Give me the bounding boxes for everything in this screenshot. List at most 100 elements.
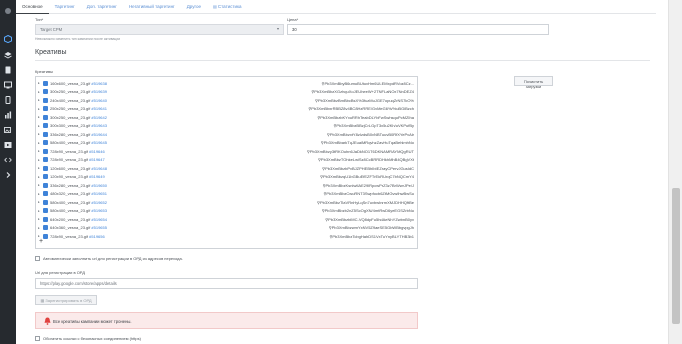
creative-checkbox[interactable] — [43, 165, 48, 171]
expand-arrow-icon[interactable]: ▸ — [38, 192, 40, 196]
creative-id-link[interactable]: #519642 — [91, 115, 107, 120]
creative-checkbox[interactable] — [43, 123, 48, 129]
creative-id-link[interactable]: #519655 — [91, 225, 107, 230]
creative-row[interactable]: ▸ 336x280_vesna_23.gif #519644 ⚲Pb3XmBbzxt… — [36, 130, 417, 139]
expand-arrow-icon[interactable]: ▸ — [38, 183, 40, 187]
expand-arrow-icon[interactable]: ▸ — [38, 124, 40, 128]
creative-id-link[interactable]: #519648 — [91, 166, 107, 171]
creative-checkbox[interactable] — [43, 89, 48, 95]
images-icon[interactable] — [3, 125, 13, 135]
creative-id-link[interactable]: #519650 — [91, 183, 107, 188]
creative-id-link[interactable]: #519653 — [91, 208, 107, 213]
creative-row[interactable]: ▸ 120x90_vesna_23.gif #519649 ⚲Pb3XmBbzqU1… — [36, 173, 417, 182]
tab-negative-targeting[interactable]: Негативный таргетинг — [123, 0, 181, 14]
creative-id-link[interactable]: #519640 — [91, 98, 107, 103]
creative-checkbox[interactable] — [43, 208, 48, 214]
expand-arrow-icon[interactable]: ▸ — [38, 234, 40, 238]
creative-id-link[interactable]: #519654 — [91, 217, 107, 222]
creative-checkbox[interactable] — [43, 114, 48, 120]
auto-url-checkbox[interactable] — [35, 256, 40, 261]
creative-row[interactable]: ▸ 580x400_vesna_23.gif #519645 ⚲Pb3XmBbark… — [36, 139, 417, 148]
chevron-right-icon[interactable] — [3, 170, 13, 180]
creative-row[interactable]: ▸ 300x250_vesna_23.gif #519642 ⚲Pb3XmBbzbK… — [36, 113, 417, 122]
creative-checkbox[interactable] — [43, 140, 48, 146]
creative-row[interactable]: ▸ 300x250_vesna_23.gif #519639 ⚲Pb3XmBbzXG… — [36, 88, 417, 97]
creative-id-link[interactable]: #519651 — [91, 191, 107, 196]
creative-id-link[interactable]: #519656 — [89, 234, 105, 239]
expand-arrow-icon[interactable]: ▸ — [38, 115, 40, 119]
mobile-icon[interactable] — [3, 95, 13, 105]
creative-checkbox[interactable] — [43, 191, 48, 197]
expand-arrow-icon[interactable]: ▸ — [38, 217, 40, 221]
tab-other[interactable]: Другое — [181, 0, 207, 14]
creative-row[interactable]: ▸ 640x360_vesna_23.gif #519655 ⚲Pb3XmBbzwm… — [36, 224, 417, 233]
creative-row[interactable]: ▸ 250x250_vesna_23.gif #519641 ⚲Pb3XmBbxrR… — [36, 105, 417, 114]
creative-row[interactable]: ▸ 728x90_vesna_23.gif #519647 ⚲Pb3XmBbzTOh… — [36, 156, 417, 165]
clear-uploads-button[interactable]: Почистить загрузки — [514, 76, 553, 89]
creative-id-link[interactable]: #519644 — [91, 132, 107, 137]
expand-arrow-icon[interactable]: ▸ — [38, 175, 40, 179]
expand-arrow-icon[interactable]: ▸ — [38, 98, 40, 102]
tab-main[interactable]: Основное — [16, 0, 49, 14]
creative-row[interactable]: ▸ 160x600_vesna_23.gif #519638 ⚲Pb3XmBbyB6… — [36, 79, 417, 88]
creative-row[interactable]: ▸ 580x400_vesna_23.gif #519652 ⚲Pb3XmBbzTl… — [36, 198, 417, 207]
scrollbar-thumb[interactable] — [672, 188, 680, 324]
creative-row[interactable]: ▸ 728x90_vesna_23.gif #519646 ⚲Pb3XmBbzy3t… — [36, 147, 417, 156]
creative-checkbox[interactable] — [43, 174, 48, 180]
creative-row[interactable]: ▸ 728x90_vesna_23.gif #519656 ⚲Pb3XmBbzTcb… — [36, 232, 417, 241]
creative-checkbox[interactable] — [43, 157, 48, 163]
tab-extra-targeting[interactable]: Доп. таргетинг — [81, 0, 123, 14]
cube-icon[interactable] — [3, 34, 13, 44]
code-icon[interactable] — [3, 155, 13, 165]
creative-row[interactable]: ▸ 580x400_vesna_23.gif #519653 ⚲Pb3XmBbzb2… — [36, 207, 417, 216]
register-ord-button[interactable]: ▦ Зарегистрировать в ОРД — [35, 295, 97, 305]
file-icon[interactable] — [3, 65, 13, 75]
expand-arrow-icon[interactable]: ▸ — [38, 90, 40, 94]
creative-checkbox[interactable] — [43, 80, 48, 86]
creative-id-link[interactable]: #519641 — [91, 106, 107, 111]
creative-checkbox[interactable] — [43, 106, 48, 112]
creative-id-link[interactable]: #519639 — [91, 89, 107, 94]
expand-arrow-icon[interactable]: ▸ — [38, 166, 40, 170]
expand-arrow-icon[interactable]: ▸ — [38, 209, 40, 213]
type-select[interactable]: Target CPM ▾ — [35, 24, 284, 35]
creative-id-link[interactable]: #519646 — [89, 149, 105, 154]
creative-checkbox[interactable] — [43, 225, 48, 231]
tab-targeting[interactable]: Таргетинг — [49, 0, 81, 14]
creative-checkbox[interactable] — [43, 97, 48, 103]
expand-arrow-icon[interactable]: ▸ — [38, 149, 40, 153]
creative-checkbox[interactable] — [43, 148, 48, 154]
video-icon[interactable] — [3, 140, 13, 150]
price-input[interactable]: 30 — [287, 24, 549, 35]
creative-checkbox[interactable] — [43, 182, 48, 188]
creative-row[interactable]: ▸ 240x400_vesna_23.gif #519640 ⚲Pb3XmBbzBm… — [36, 96, 417, 105]
creative-checkbox[interactable] — [43, 233, 48, 239]
creative-row[interactable]: ▸ 120x600_vesna_23.gif #519648 ⚲Pb3XmBbzbP… — [36, 164, 417, 173]
chart-icon[interactable] — [3, 110, 13, 120]
monitor-icon[interactable] — [3, 80, 13, 90]
expand-arrow-icon[interactable]: ▸ — [38, 81, 40, 85]
layers-icon[interactable] — [3, 50, 13, 60]
expand-arrow-icon[interactable]: ▸ — [38, 226, 40, 230]
creative-row[interactable]: ▸ 640x200_vesna_23.gif #519654 ⚲Pb3XmBbzbi… — [36, 215, 417, 224]
creative-checkbox[interactable] — [43, 216, 48, 222]
creative-row[interactable]: ▸ 480x320_vesna_23.gif #519651 ⚲Pb3XmBbzCw… — [36, 190, 417, 199]
creative-id-link[interactable]: #519643 — [91, 123, 107, 128]
creative-checkbox[interactable] — [43, 199, 48, 205]
https-checkbox[interactable] — [35, 336, 40, 341]
ord-url-input[interactable]: https://play.google.com/store/apps/detai… — [35, 278, 418, 289]
expand-arrow-icon[interactable]: ▸ — [38, 158, 40, 162]
creative-checkbox[interactable] — [43, 131, 48, 137]
creative-row[interactable]: ▸ 336x280_vesna_23.gif #519650 ⚲Pb3XmBbzKs… — [36, 181, 417, 190]
creative-row[interactable]: ▸ 300x300_vesna_23.gif #519643 ⚲Pb3XmBbzBB… — [36, 122, 417, 131]
expand-arrow-icon[interactable]: ▸ — [38, 132, 40, 136]
expand-arrow-icon[interactable]: ▸ — [38, 141, 40, 145]
creative-id-link[interactable]: #519638 — [91, 81, 107, 86]
creative-id-link[interactable]: #519649 — [89, 174, 105, 179]
tab-statistics[interactable]: ▤ Статистика — [207, 0, 248, 14]
creative-id-link[interactable]: #519652 — [91, 200, 107, 205]
expand-arrow-icon[interactable]: ▸ — [38, 107, 40, 111]
page-scrollbar[interactable] — [668, 0, 682, 344]
expand-arrow-icon[interactable]: ▸ — [38, 200, 40, 204]
logo-icon[interactable] — [3, 6, 13, 16]
